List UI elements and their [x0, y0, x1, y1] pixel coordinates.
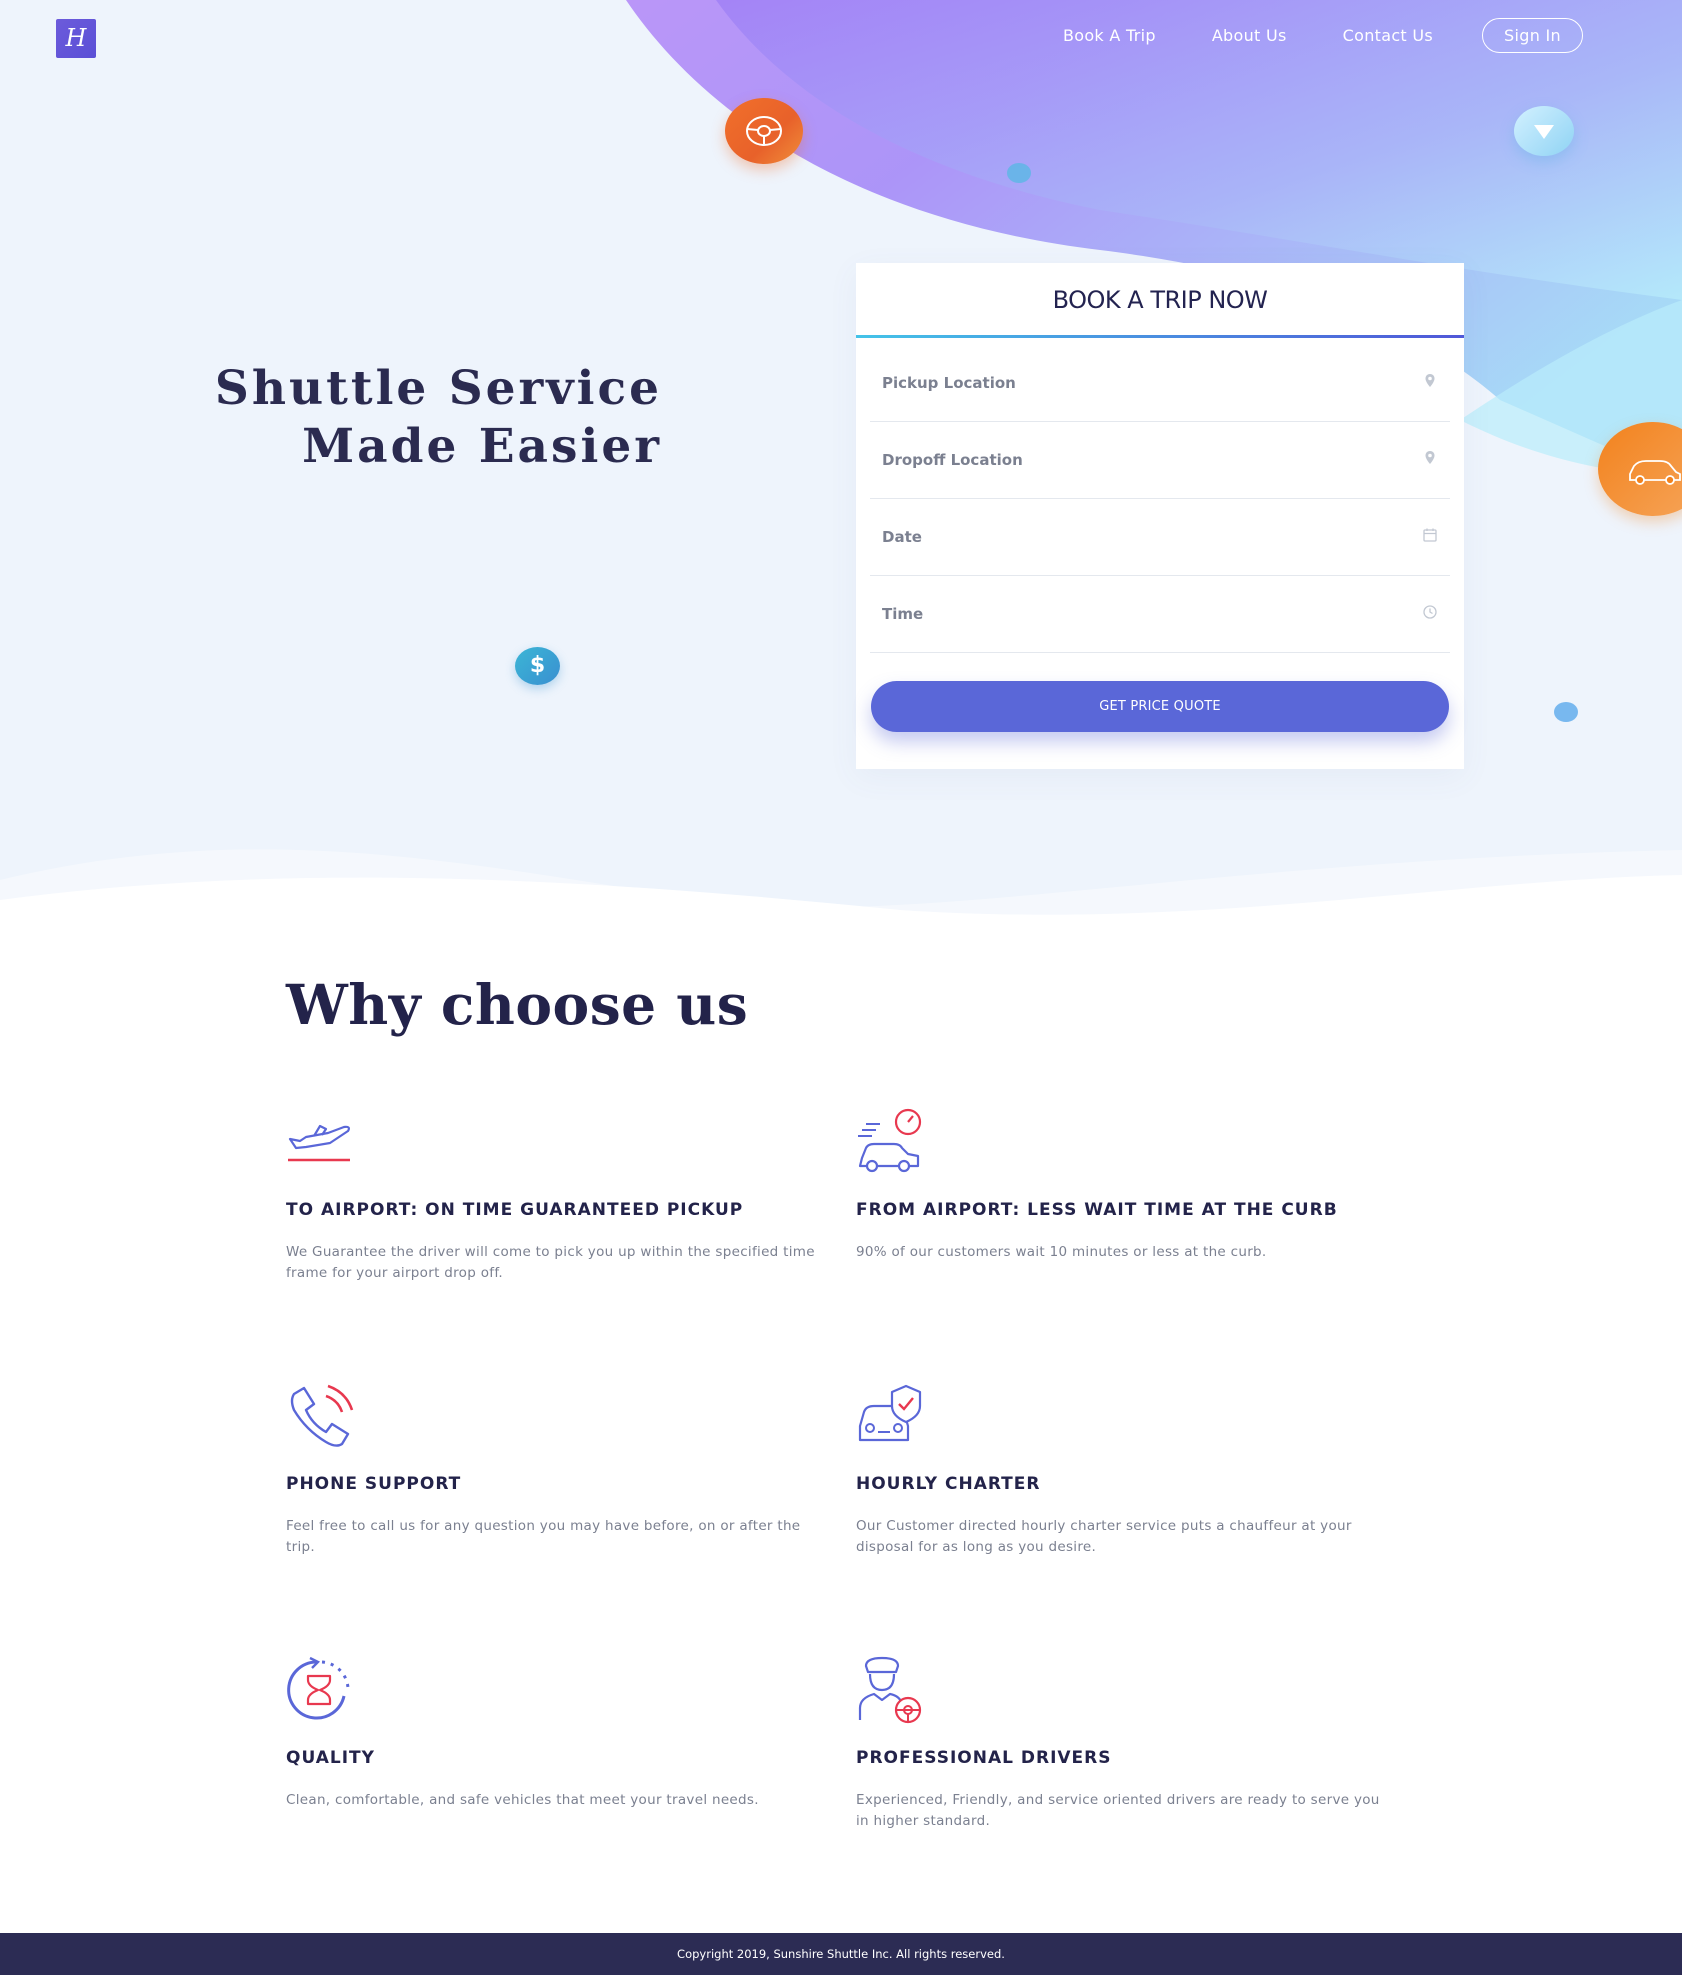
hero-title: Shuttle Service Made Easier — [214, 361, 662, 474]
date-label: Date — [882, 528, 922, 546]
dropoff-location-label: Dropoff Location — [882, 451, 1023, 469]
date-field[interactable]: Date — [870, 499, 1450, 576]
feature-title: FROM AIRPORT: LESS WAIT TIME AT THE CURB — [856, 1200, 1338, 1220]
map-pin-icon — [1425, 374, 1435, 387]
pickup-location-label: Pickup Location — [882, 374, 1016, 392]
feature-description: Clean, comfortable, and safe vehicles th… — [286, 1792, 759, 1808]
nav-book-trip[interactable]: Book A Trip — [1063, 26, 1156, 45]
airplane-icon — [288, 1124, 350, 1162]
copyright-text: Copyright 2019, Sunshire Shuttle Inc. Al… — [677, 1947, 1005, 1961]
feature-description: Our Customer directed hourly charter ser… — [856, 1518, 1352, 1555]
feature-description: 90% of our customers wait 10 minutes or … — [856, 1244, 1267, 1260]
dollar-icon: $ — [515, 647, 560, 685]
feature-description: Feel free to call us for any question yo… — [286, 1518, 801, 1555]
feature-title: PHONE SUPPORT — [286, 1474, 462, 1494]
feature-title: HOURLY CHARTER — [856, 1474, 1041, 1494]
why-choose-us-title: Why choose us — [286, 972, 749, 1037]
nav-about-us[interactable]: About Us — [1212, 26, 1287, 45]
feature-title: PROFESSIONAL DRIVERS — [856, 1748, 1112, 1768]
top-nav: Book A Trip About Us Contact Us Sign In — [1007, 18, 1583, 53]
dropoff-location-field[interactable]: Dropoff Location — [870, 422, 1450, 499]
nav-contact-us[interactable]: Contact Us — [1343, 26, 1433, 45]
car-speed-icon — [858, 1108, 922, 1173]
get-price-quote-button[interactable]: GET PRICE QUOTE — [871, 681, 1449, 732]
driver-icon — [858, 1656, 922, 1724]
booking-card-title: BOOK A TRIP NOW — [856, 263, 1464, 338]
sign-in-button[interactable]: Sign In — [1482, 18, 1583, 53]
phone-icon — [290, 1384, 354, 1447]
clock-icon — [1423, 605, 1437, 619]
map-pin-icon — [1425, 451, 1435, 464]
car-icon — [1598, 422, 1682, 516]
decorative-dot — [1007, 163, 1031, 183]
footer: Copyright 2019, Sunshire Shuttle Inc. Al… — [0, 1933, 1682, 1975]
time-label: Time — [882, 605, 924, 623]
calendar-icon — [1423, 528, 1437, 542]
pickup-location-field[interactable]: Pickup Location — [870, 345, 1450, 422]
feature-description: Experienced, Friendly, and service orien… — [856, 1792, 1380, 1829]
feature-description: We Guarantee the driver will come to pic… — [286, 1244, 815, 1281]
feature-title: TO AIRPORT: ON TIME GUARANTEED PICKUP — [286, 1200, 744, 1220]
feature-title: QUALITY — [286, 1748, 375, 1768]
hourglass-icon — [287, 1656, 350, 1720]
logo[interactable]: H — [56, 19, 96, 58]
decorative-dot — [1554, 702, 1578, 722]
time-field[interactable]: Time — [870, 576, 1450, 653]
steering-wheel-icon — [725, 98, 803, 164]
car-shield-icon — [858, 1384, 922, 1442]
location-arrow-icon — [1514, 106, 1574, 156]
